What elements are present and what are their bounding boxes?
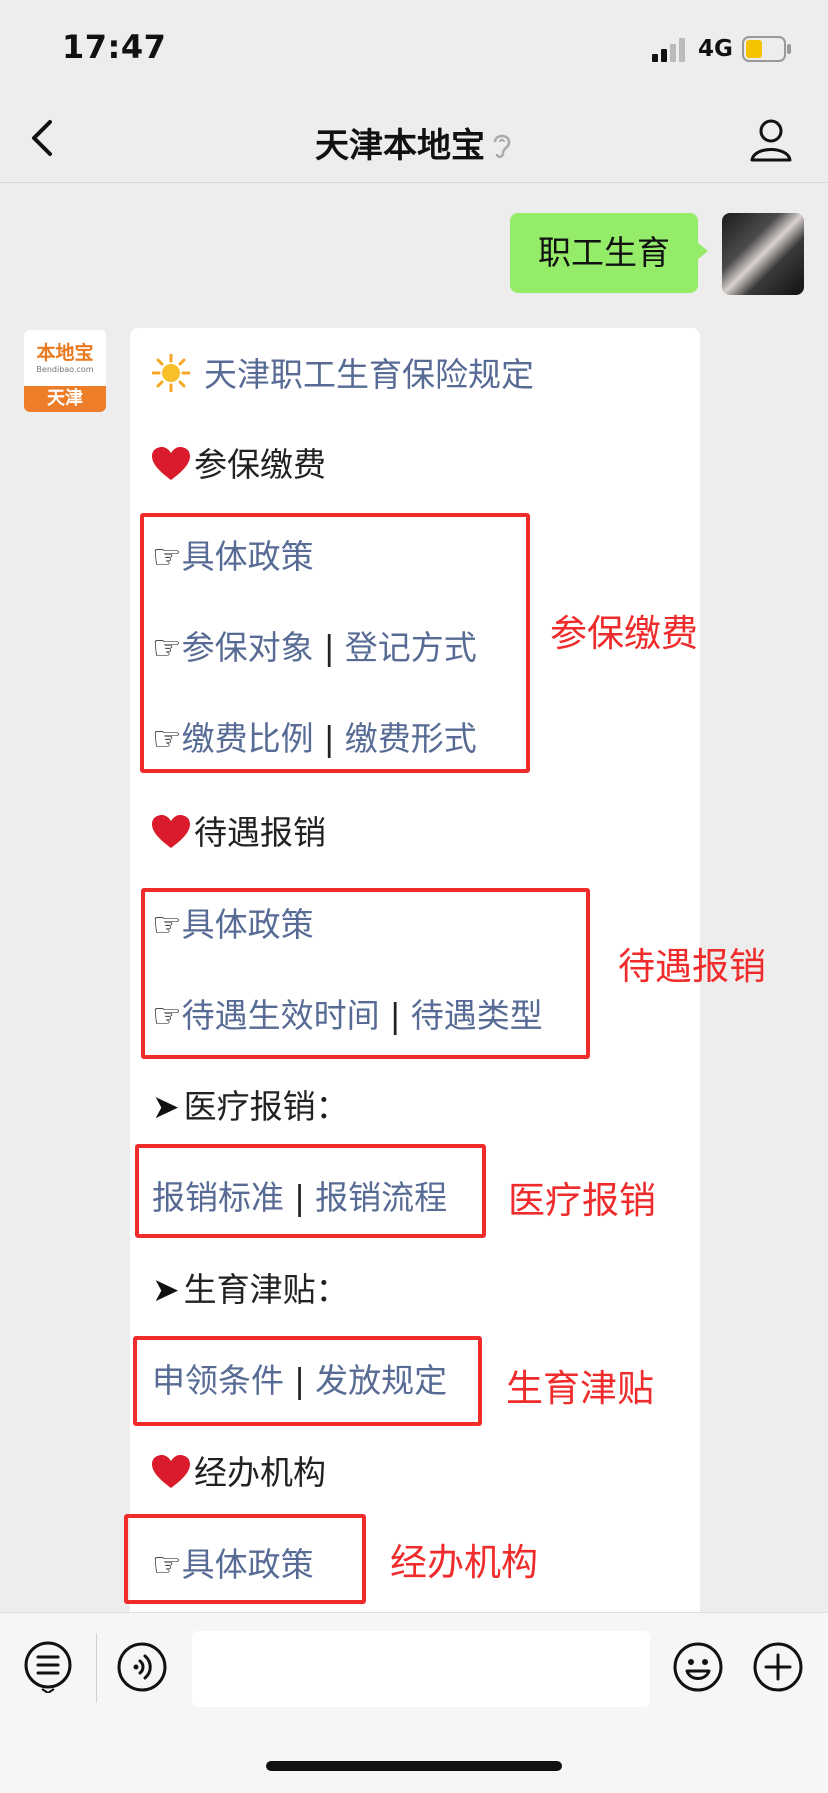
bot-city-label: 天津 (24, 386, 106, 412)
status-bar: 17:47 4G (0, 0, 828, 96)
annotation-box-4 (133, 1336, 482, 1426)
heart-icon (152, 1455, 190, 1488)
annotation-label-5: 经办机构 (390, 1541, 538, 1584)
profile-icon[interactable] (748, 116, 794, 162)
emoji-icon[interactable] (672, 1641, 724, 1693)
outgoing-tail (697, 242, 708, 260)
section-heading-1-text: 参保缴费 (194, 445, 326, 484)
outgoing-message[interactable]: 职工生育 (510, 213, 698, 293)
message-input[interactable] (192, 1631, 650, 1707)
bot-logo-text: 本地宝 (36, 342, 94, 364)
voice-icon[interactable] (116, 1641, 168, 1693)
chat-title: 天津本地宝 (0, 118, 828, 167)
reply-title-text: 天津职工生育保险规定 (204, 355, 534, 394)
arrow-icon: ➤ (152, 1270, 180, 1309)
plus-icon[interactable] (752, 1641, 804, 1693)
annotation-box-2 (141, 888, 590, 1059)
annotation-box-5 (124, 1514, 366, 1604)
bot-logo-subtext: Bendibao.com (36, 365, 94, 374)
user-avatar[interactable] (722, 213, 804, 295)
status-time: 17:47 (62, 28, 167, 66)
annotation-box-3 (135, 1144, 486, 1238)
battery-icon (742, 36, 791, 62)
heart-icon (152, 447, 190, 480)
section-heading-3-text: 经办机构 (194, 1453, 326, 1492)
section-heading-1: 参保缴费 (152, 438, 326, 486)
sub-heading-medical: ➤ 医疗报销： (152, 1080, 349, 1128)
annotation-label-1: 参保缴费 (550, 612, 698, 655)
annotation-label-2: 待遇报销 (618, 945, 766, 988)
network-type: 4G (698, 36, 733, 62)
input-bar (0, 1612, 828, 1793)
annotation-box-1 (140, 513, 530, 773)
section-heading-3: 经办机构 (152, 1446, 326, 1494)
sun-icon (152, 354, 190, 392)
annotation-label-4: 生育津贴 (506, 1367, 654, 1410)
menu-icon[interactable] (22, 1641, 74, 1693)
sub-heading-allowance-text: 生育津贴： (183, 1270, 349, 1309)
nav-bar: 天津本地宝 (0, 96, 828, 183)
heart-icon (152, 815, 190, 848)
annotation-label-3: 医疗报销 (508, 1179, 656, 1222)
bot-avatar[interactable]: 本地宝 Bendibao.com 天津 (24, 330, 106, 412)
reply-title: 天津职工生育保险规定 (152, 348, 534, 396)
home-indicator[interactable] (266, 1761, 562, 1771)
ear-icon (493, 134, 511, 159)
sub-heading-medical-text: 医疗报销： (183, 1087, 349, 1126)
section-heading-2-text: 待遇报销 (194, 813, 326, 852)
divider (96, 1633, 97, 1703)
arrow-icon: ➤ (152, 1087, 180, 1126)
sub-heading-allowance: ➤ 生育津贴： (152, 1263, 349, 1311)
signal-icon (652, 38, 685, 62)
chat-title-text: 天津本地宝 (315, 126, 485, 166)
section-heading-2: 待遇报销 (152, 806, 326, 854)
